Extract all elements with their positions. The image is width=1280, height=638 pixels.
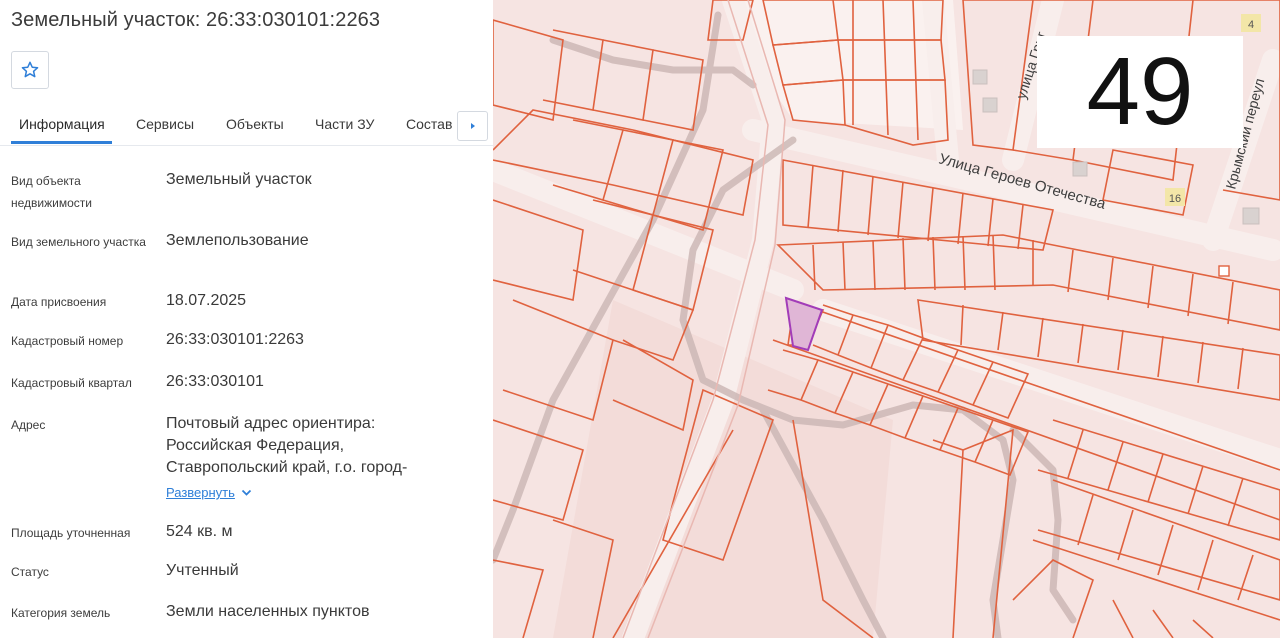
tabs-scroll-right-button[interactable] (457, 111, 488, 141)
field-value-status: Учтенный (166, 562, 239, 579)
tab-objects[interactable]: Объекты (226, 116, 284, 132)
field-value-land-type: Землепользование (166, 232, 309, 249)
page-title: Земельный участок: 26:33:030101:2263 (11, 9, 381, 31)
cadastral-map[interactable]: 4 16 Улица Героев Отечества улица Григ К… (493, 0, 1280, 638)
favorite-button[interactable] (11, 51, 49, 89)
chevron-down-icon (241, 489, 252, 496)
field-label-cadastral-quarter: Кадастровый квартал (11, 376, 132, 390)
field-value-cadastral-number: 26:33:030101:2263 (166, 331, 304, 348)
expand-link-label: Развернуть (166, 485, 235, 500)
field-label-land-category: Категория земель (11, 606, 111, 620)
tab-services[interactable]: Сервисы (136, 116, 194, 132)
tab-bar: Информация Сервисы Объекты Части ЗУ Сост… (0, 108, 493, 146)
zoom-level-badge: 49 (1037, 36, 1243, 148)
field-value-cadastral-quarter: 26:33:030101 (166, 373, 264, 390)
tab-parts[interactable]: Части ЗУ (315, 116, 374, 132)
field-label-object-type: Вид объекта недвижимости (11, 174, 92, 210)
field-label-area: Площадь уточненная (11, 526, 131, 540)
field-label-cadastral-number: Кадастровый номер (11, 334, 124, 348)
info-panel: Земельный участок: 26:33:030101:2263 Инф… (0, 0, 493, 638)
active-tab-indicator (11, 141, 112, 144)
expand-address-link[interactable]: Развернуть (166, 485, 252, 500)
field-label-assign-date: Дата присвоения (11, 295, 107, 309)
field-label-land-type: Вид земельного участка (11, 235, 146, 249)
field-value-address: Почтовый адрес ориентира: Российская Фед… (166, 415, 408, 476)
field-value-area: 524 кв. м (166, 523, 233, 540)
house-number-16: 16 (1169, 193, 1181, 205)
field-value-assign-date: 18.07.2025 (166, 292, 247, 309)
tab-composition[interactable]: Состав (406, 116, 452, 132)
tab-information[interactable]: Информация (19, 116, 105, 132)
field-value-land-category: Земли населенных пунктов (166, 603, 370, 620)
field-label-address: Адрес (11, 418, 46, 432)
star-icon (21, 61, 39, 78)
field-label-status: Статус (11, 565, 49, 579)
field-value-object-type: Земельный участок (166, 171, 312, 188)
house-number-4: 4 (1248, 19, 1254, 31)
caret-right-icon (470, 123, 475, 129)
